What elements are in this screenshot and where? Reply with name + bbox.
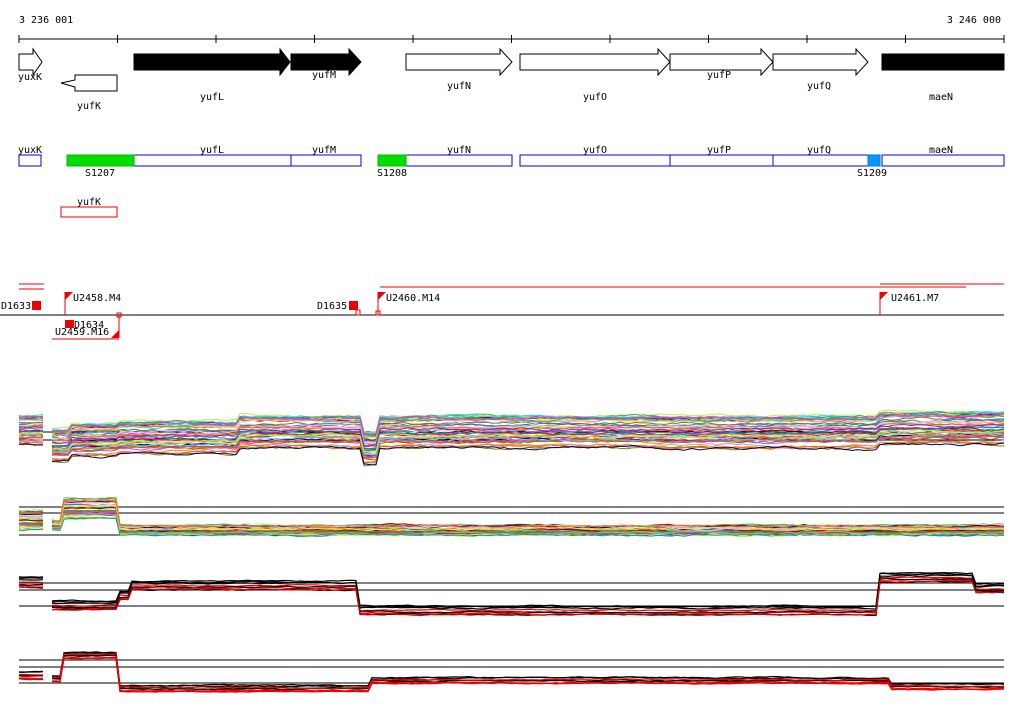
feature-label-U2461-M7: U2461.M7: [891, 293, 939, 304]
gene-label-maeN: maeN: [929, 92, 953, 103]
box-label-yufQ: yufQ: [807, 145, 831, 156]
expression-trace-stub: [18, 583, 44, 586]
box-label-yufL: yufL: [200, 145, 224, 156]
segment-S1209[interactable]: [867, 154, 881, 167]
start-coordinate: 3 236 001: [19, 15, 73, 26]
gene-arrow-maeN[interactable]: [881, 53, 1005, 71]
expression-panel-3: [18, 571, 1005, 617]
gene-box-yufL[interactable]: [133, 154, 292, 167]
end-coordinate: 3 246 000: [947, 15, 1001, 26]
gene-box-track-minus: yufK: [60, 197, 118, 218]
feature-track: D1633 U2458.M4 D1635 U2460.M14 U2461.M7 …: [0, 283, 1004, 340]
gene-box-yufP[interactable]: [669, 154, 774, 167]
expression-trace-stub: [19, 677, 44, 680]
gene-label-yuxK: yuxK: [18, 72, 42, 83]
gene-arrow-yufK[interactable]: [60, 74, 118, 92]
box-label-yufM: yufM: [312, 145, 336, 156]
segment-label-S1209: S1209: [857, 168, 887, 179]
expression-trace: [51, 499, 1005, 529]
feature-label-U2459-M16: U2459.M16: [55, 327, 109, 338]
box-label-yufK: yufK: [77, 197, 101, 208]
feature-marker-D1635[interactable]: [349, 301, 358, 310]
feature-label-U2460-M14: U2460.M14: [386, 293, 440, 304]
segment-label-S1208: S1208: [377, 168, 407, 179]
gene-box-yufM[interactable]: [290, 154, 362, 167]
gene-label-yufO: yufO: [583, 92, 607, 103]
gene-label-yufL: yufL: [200, 92, 224, 103]
box-label-yufO: yufO: [583, 145, 607, 156]
expression-trace-stub: [18, 581, 44, 584]
gene-arrow-yufN[interactable]: [405, 47, 513, 77]
expression-panel-1: [18, 409, 1005, 467]
box-label-yuxK: yuxK: [18, 145, 42, 156]
feature-flag-U2461-M7[interactable]: [880, 292, 888, 300]
box-label-yufP: yufP: [707, 145, 731, 156]
box-label-yufN: yufN: [447, 145, 471, 156]
gene-box-yufO[interactable]: [519, 154, 671, 167]
gene-box-yufK[interactable]: [60, 206, 118, 218]
expression-trace: [51, 496, 1005, 528]
segment-S1207[interactable]: [66, 154, 135, 167]
gene-box-maeN[interactable]: [881, 154, 1005, 167]
genome-browser-view: 3 236 001 3 246 000 yuxK yufK yufL yufM …: [0, 15, 1005, 693]
expression-trace-stub: [18, 577, 44, 580]
feature-label-D1633: D1633: [1, 301, 31, 312]
gene-box-yufQ[interactable]: [772, 154, 869, 167]
expression-panel-4: [18, 651, 1005, 693]
feature-flag-U2460-M14[interactable]: [378, 292, 386, 300]
feature-label-U2458-M4: U2458.M4: [73, 293, 121, 304]
feature-marker-D1633[interactable]: [32, 301, 41, 310]
feature-flag-U2458-M4[interactable]: [65, 292, 73, 300]
feature-flag-U2459-M16[interactable]: [111, 330, 119, 338]
gene-box-yuxK[interactable]: [18, 154, 42, 167]
feature-label-D1635: D1635: [317, 301, 347, 312]
expression-panel-2: [18, 496, 1005, 538]
expression-trace: [51, 574, 1005, 610]
gene-arrow-yufL[interactable]: [133, 47, 291, 77]
gene-label-yufK: yufK: [77, 101, 101, 112]
expression-trace-stub: [18, 673, 44, 676]
gene-arrow-yufO[interactable]: [519, 47, 671, 77]
gene-label-yufQ: yufQ: [807, 81, 831, 92]
gene-label-yufN: yufN: [447, 81, 471, 92]
gene-arrow-track: yuxK yufK yufL yufM yufN yufO yufP yufQ …: [18, 47, 1005, 112]
gene-arrow-yufQ[interactable]: [772, 47, 869, 77]
gene-label-yufM: yufM: [312, 70, 336, 81]
segment-label-S1207: S1207: [85, 168, 115, 179]
gene-box-track-plus: yuxK yufL yufM yufN yufO yufP yufQ maeN …: [18, 145, 1005, 179]
expression-trace-stub: [19, 671, 44, 673]
coordinate-ruler: 3 236 001 3 246 000: [18, 15, 1005, 43]
expression-trace: [51, 572, 1004, 609]
gene-label-yufP: yufP: [707, 70, 731, 81]
box-label-maeN: maeN: [929, 145, 953, 156]
gene-box-yufN[interactable]: [405, 154, 513, 167]
segment-S1208[interactable]: [377, 154, 407, 167]
feature-tick-D1635: [355, 309, 361, 316]
